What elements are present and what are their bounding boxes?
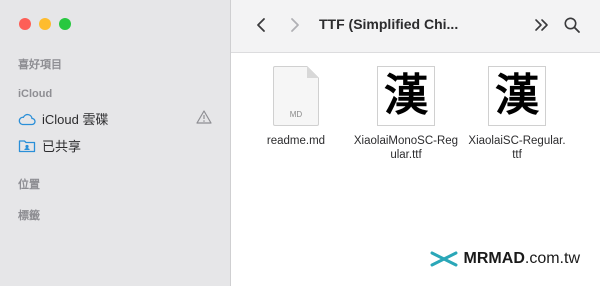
sidebar-item-icloud-drive[interactable]: iCloud 雲碟: [18, 109, 108, 128]
cloud-icon: [18, 111, 36, 127]
zoom-button[interactable]: [59, 18, 71, 30]
file-extension-label: MD: [289, 110, 303, 119]
shared-folder-icon: [18, 138, 36, 154]
sidebar-item-label: 已共享: [42, 139, 82, 154]
section-tags: 標籤: [18, 210, 40, 222]
font-file-icon: 漢: [376, 66, 436, 128]
font-preview-glyph: 漢: [495, 70, 539, 121]
section-locations: 位置: [18, 179, 40, 191]
watermark-suffix: .com.tw: [524, 250, 580, 267]
minimize-button[interactable]: [39, 18, 51, 30]
back-icon[interactable]: [253, 16, 271, 34]
file-name: XiaolaiMonoSC-Regular.ttf: [353, 135, 459, 161]
warning-icon[interactable]: [196, 110, 212, 124]
font-preview-glyph: 漢: [384, 70, 428, 121]
sidebar-item-label: iCloud 雲碟: [42, 112, 109, 127]
toolbar: TTF (Simplified Chi...: [231, 0, 600, 53]
more-toolbar-icon[interactable]: [533, 16, 551, 34]
close-button[interactable]: [19, 18, 31, 30]
sidebar-item-shared[interactable]: 已共享: [18, 136, 81, 155]
window-controls: [19, 18, 71, 30]
file-item-xiaolai-mono[interactable]: 漢 XiaolaiMonoSC-Regular.ttf: [351, 66, 461, 162]
finder-window: 喜好項目 iCloud iCloud 雲碟 已共享 位置 標籤 TTF (Sim…: [0, 0, 600, 286]
sidebar: 喜好項目 iCloud iCloud 雲碟 已共享 位置 標籤: [0, 0, 231, 286]
file-item-xiaolai[interactable]: 漢 XiaolaiSC-Regular.ttf: [467, 66, 567, 162]
main-pane: TTF (Simplified Chi... MD readme.md 漢 Xi…: [231, 0, 600, 286]
section-icloud: iCloud: [18, 88, 53, 100]
file-item-readme[interactable]: MD readme.md: [241, 66, 351, 148]
file-name: readme.md: [266, 135, 326, 147]
file-name: XiaolaiSC-Regular.ttf: [468, 135, 566, 161]
watermark-brand: MRMAD: [463, 250, 525, 267]
font-file-icon: 漢: [487, 66, 547, 128]
search-icon[interactable]: [563, 16, 581, 34]
watermark-logo: MRMAD.com.tw: [430, 250, 580, 268]
forward-icon[interactable]: [285, 16, 303, 34]
document-icon: MD: [266, 66, 326, 128]
section-favorites: 喜好項目: [18, 59, 62, 71]
window-title: TTF (Simplified Chi...: [319, 16, 459, 32]
mrmad-logo-icon: [430, 251, 458, 267]
